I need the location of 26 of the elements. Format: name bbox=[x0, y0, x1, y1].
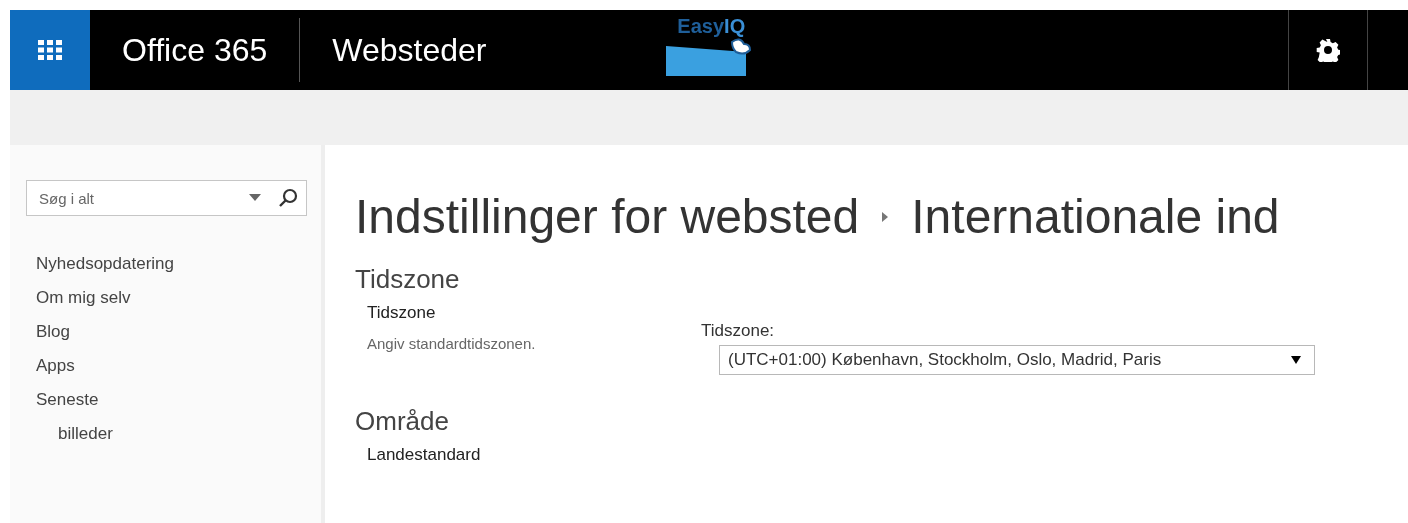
waffle-icon bbox=[38, 40, 62, 60]
nav-link[interactable]: Apps bbox=[26, 356, 75, 376]
section-heading: Område bbox=[355, 405, 450, 437]
app-launcher-button[interactable] bbox=[10, 10, 90, 90]
timezone-dropdown[interactable]: (UTC+01:00) København, Stockholm, Oslo, Madrid, Paris bbox=[719, 345, 1315, 375]
section-description: Angiv standardtidszonen. bbox=[367, 335, 537, 353]
nav-link[interactable]: billeder bbox=[26, 424, 113, 444]
dropdown-arrow-icon bbox=[1290, 355, 1302, 365]
site-name-link[interactable]: Websteder bbox=[332, 26, 487, 74]
section-subtitle: Tidszone bbox=[367, 303, 437, 323]
section-subtitle: Landestandard bbox=[367, 445, 482, 465]
app-name-link[interactable]: Office 365 bbox=[122, 26, 268, 74]
chevron-icon bbox=[881, 211, 890, 223]
section-heading: Tidszone bbox=[355, 263, 461, 295]
nav-link[interactable]: Om mig selv bbox=[26, 288, 131, 308]
field-label: Tidszone: bbox=[701, 321, 775, 341]
search-icon bbox=[278, 188, 298, 208]
page-title: Internationale ind bbox=[911, 189, 1280, 245]
settings-icon bbox=[1316, 38, 1340, 62]
nav-link[interactable]: Nyhedsopdatering bbox=[26, 254, 174, 274]
logo-text: EasyIQ bbox=[677, 16, 746, 36]
caret-icon bbox=[248, 194, 262, 202]
search-field[interactable]: Søg i alt bbox=[26, 180, 307, 216]
nav-link[interactable]: Seneste bbox=[26, 390, 99, 410]
breadcrumb-link[interactable]: Indstillinger for websted bbox=[355, 181, 860, 253]
nav-link[interactable]: Blog bbox=[26, 322, 71, 342]
